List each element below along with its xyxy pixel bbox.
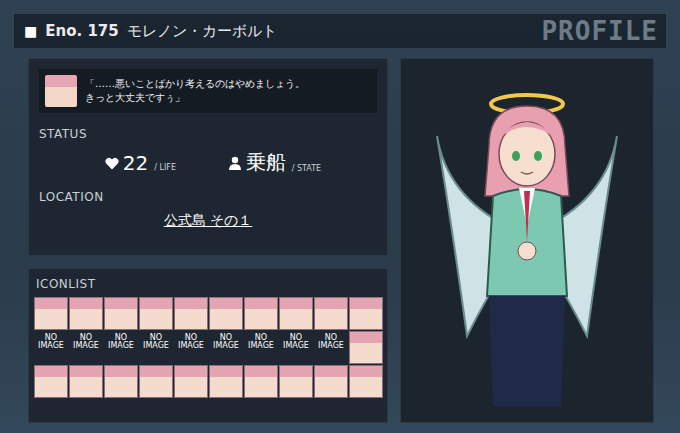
icon-grid: NO IMAGENO IMAGENO IMAGENO IMAGENO IMAGE…: [34, 297, 381, 398]
no-image-text: NO IMAGE: [69, 334, 103, 351]
state-stat: 乗船 / STATE: [228, 149, 321, 176]
missing-icon-tile[interactable]: NO IMAGE: [174, 331, 208, 364]
missing-icon-tile[interactable]: NO IMAGE: [139, 331, 173, 364]
square-icon: ■: [24, 23, 37, 39]
iconlist-label: ICONLIST: [36, 277, 381, 291]
character-icon[interactable]: [69, 297, 103, 330]
profile-content: 「……悪いことばかり考えるのはやめましょう。きっと大丈夫ですぅ」STATUS22…: [14, 48, 666, 423]
missing-icon-tile[interactable]: NO IMAGE: [314, 331, 348, 364]
character-icon[interactable]: [104, 365, 138, 398]
missing-icon-tile[interactable]: NO IMAGE: [104, 331, 138, 364]
character-name: モレノン・カーボルト: [127, 22, 277, 41]
character-icon[interactable]: [69, 365, 103, 398]
character-icon[interactable]: [279, 297, 313, 330]
header-title: ■ Eno. 175 モレノン・カーボルト: [24, 22, 277, 41]
speech-line: 「……悪いことばかり考えるのはやめましょう。: [85, 77, 305, 92]
character-icon[interactable]: [139, 365, 173, 398]
character-face-icon: [45, 75, 77, 107]
angel-portrait-icon: [427, 76, 627, 406]
profile-watermark: PROFILE: [541, 16, 658, 46]
character-icon[interactable]: [314, 365, 348, 398]
no-image-text: NO IMAGE: [174, 334, 208, 351]
life-value: 22: [123, 151, 148, 175]
speech-text: 「……悪いことばかり考えるのはやめましょう。きっと大丈夫ですぅ」: [85, 77, 305, 106]
character-icon[interactable]: [349, 297, 383, 330]
missing-icon-tile[interactable]: NO IMAGE: [34, 331, 68, 364]
character-icon[interactable]: [174, 365, 208, 398]
portrait-panel: [400, 58, 654, 423]
character-icon[interactable]: [34, 365, 68, 398]
character-icon[interactable]: [349, 331, 383, 364]
location-label: LOCATION: [39, 190, 377, 204]
state-value: 乗船: [246, 149, 286, 176]
missing-icon-tile[interactable]: NO IMAGE: [209, 331, 243, 364]
location-row: 公式島 その１: [39, 204, 377, 230]
no-image-text: NO IMAGE: [104, 334, 138, 351]
character-icon[interactable]: [244, 297, 278, 330]
no-image-text: NO IMAGE: [314, 334, 348, 351]
character-icon[interactable]: [209, 297, 243, 330]
character-icon[interactable]: [314, 297, 348, 330]
left-column: 「……悪いことばかり考えるのはやめましょう。きっと大丈夫ですぅ」STATUS22…: [28, 58, 388, 423]
character-icon[interactable]: [104, 297, 138, 330]
character-icon[interactable]: [34, 297, 68, 330]
heart-icon: [105, 157, 119, 170]
life-unit: / LIFE: [154, 163, 176, 175]
character-icon[interactable]: [349, 365, 383, 398]
no-image-text: NO IMAGE: [209, 334, 243, 351]
status-row: 22 / LIFE 乗船 / STATE: [39, 141, 377, 176]
character-icon[interactable]: [209, 365, 243, 398]
character-icon[interactable]: [174, 297, 208, 330]
status-card: 「……悪いことばかり考えるのはやめましょう。きっと大丈夫ですぅ」STATUS22…: [28, 58, 388, 256]
state-unit: / STATE: [292, 164, 321, 176]
no-image-text: NO IMAGE: [244, 334, 278, 351]
iconlist-card: ICONLISTNO IMAGENO IMAGENO IMAGENO IMAGE…: [28, 268, 388, 423]
character-icon[interactable]: [139, 297, 173, 330]
entry-number: Eno. 175: [45, 22, 118, 40]
character-icon[interactable]: [244, 365, 278, 398]
speech-box: 「……悪いことばかり考えるのはやめましょう。きっと大丈夫ですぅ」: [39, 69, 377, 113]
status-label: STATUS: [39, 127, 377, 141]
speech-line: きっと大丈夫ですぅ」: [85, 91, 305, 106]
no-image-text: NO IMAGE: [139, 334, 173, 351]
no-image-text: NO IMAGE: [279, 334, 313, 351]
life-stat: 22 / LIFE: [105, 151, 176, 175]
location-link[interactable]: 公式島 その１: [164, 212, 252, 230]
missing-icon-tile[interactable]: NO IMAGE: [279, 331, 313, 364]
no-image-text: NO IMAGE: [34, 334, 68, 351]
person-icon: [228, 156, 242, 170]
missing-icon-tile[interactable]: NO IMAGE: [69, 331, 103, 364]
missing-icon-tile[interactable]: NO IMAGE: [244, 331, 278, 364]
profile-header: ■ Eno. 175 モレノン・カーボルト PROFILE: [14, 14, 666, 48]
character-icon[interactable]: [279, 365, 313, 398]
